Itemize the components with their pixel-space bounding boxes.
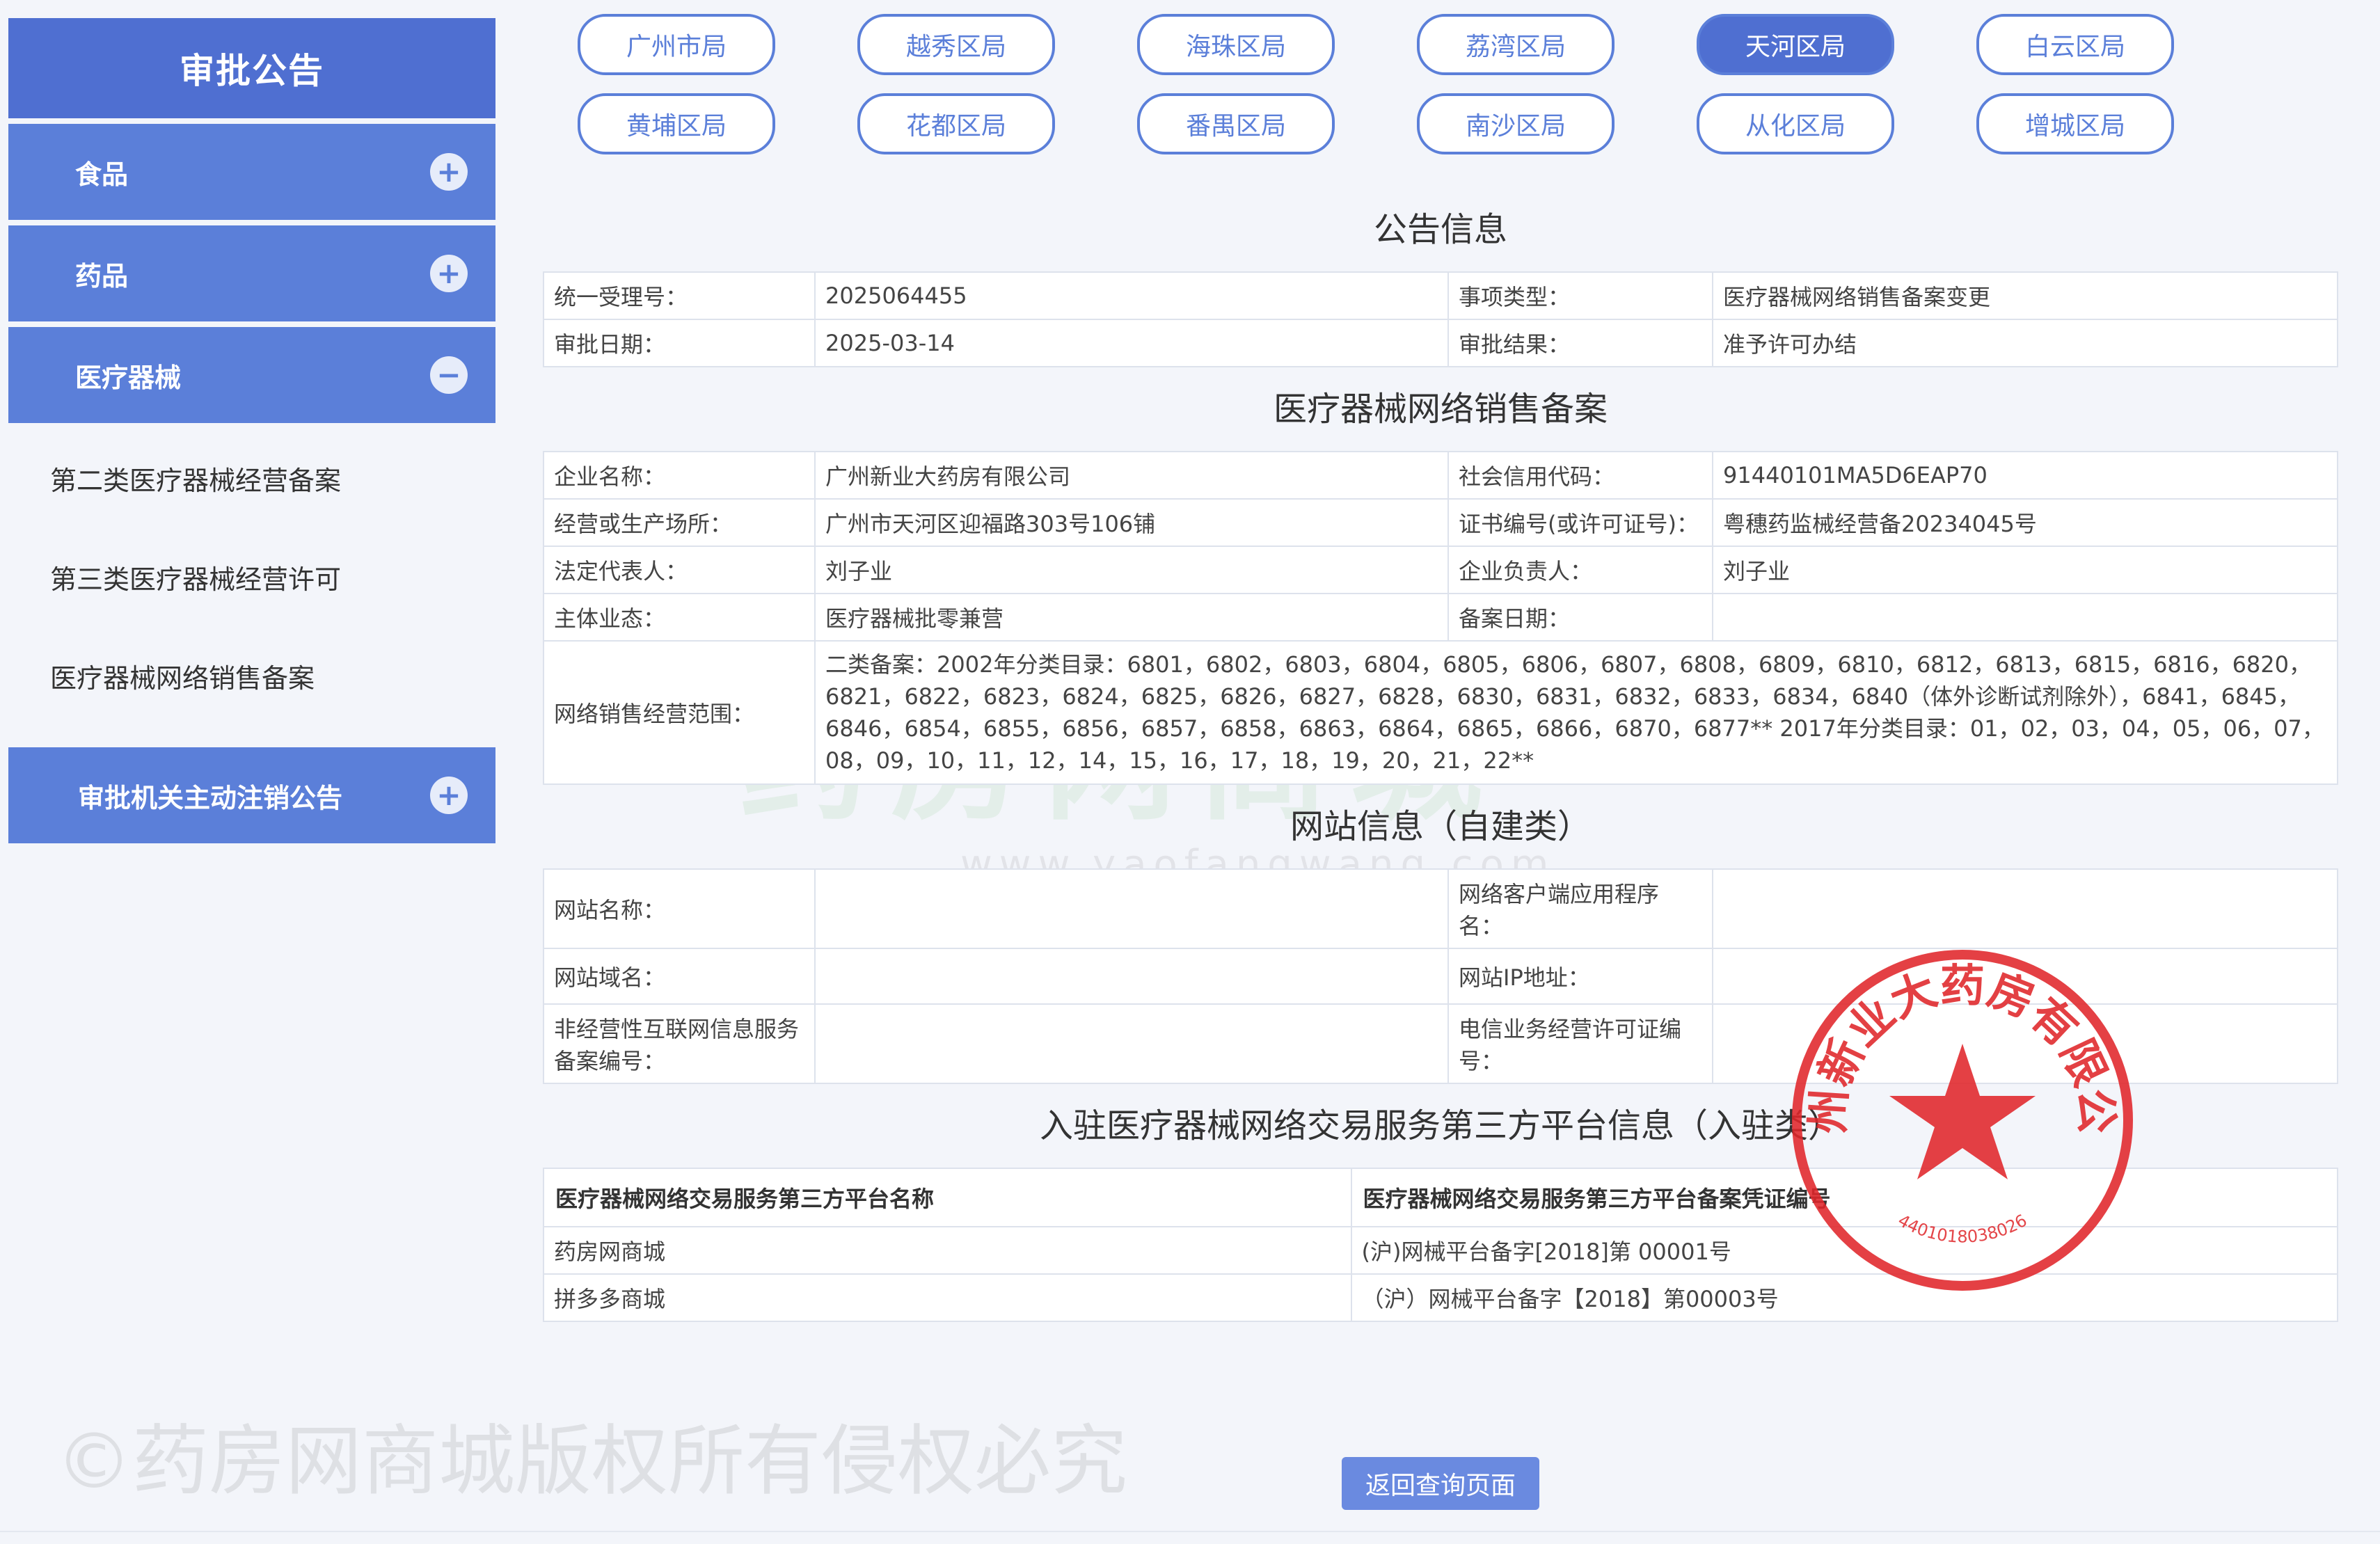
value: 刘子业	[1712, 546, 2338, 594]
district-button[interactable]: 增城区局	[1976, 93, 2174, 154]
plus-icon[interactable]: +	[430, 153, 468, 191]
district-button[interactable]: 黄埔区局	[578, 93, 775, 154]
sidebar-title: 审批公告	[8, 18, 495, 118]
label: 非经营性互联网信息服务备案编号：	[543, 1003, 816, 1084]
label: 主体业态：	[543, 593, 816, 642]
district-button[interactable]: 番禺区局	[1137, 93, 1335, 154]
label: 网络客户端应用程序名：	[1447, 868, 1713, 949]
filing-table: 企业名称： 广州新业大药房有限公司 社会信用代码： 91440101MA5D6E…	[543, 451, 2338, 785]
label: 审批日期：	[543, 319, 816, 367]
value: 刘子业	[814, 546, 1449, 594]
footer-divider	[0, 1531, 2380, 1532]
value: 2025064455	[814, 271, 1449, 320]
value: 粤穗药监械经营备20234045号	[1712, 498, 2338, 547]
label: 事项类型：	[1447, 271, 1713, 320]
value: 广州新业大药房有限公司	[814, 451, 1449, 500]
table-row: 主体业态： 医疗器械批零兼营 备案日期：	[543, 593, 2338, 642]
seal-code: 4401018038026	[1895, 1211, 2031, 1247]
svg-text:4401018038026: 4401018038026	[1895, 1211, 2031, 1247]
plus-icon[interactable]: +	[430, 777, 468, 814]
table-row: 网站名称： 网络客户端应用程序名：	[543, 868, 2338, 949]
sidebar-item-label: 审批机关主动注销公告	[78, 782, 343, 813]
value: 2025-03-14	[814, 319, 1449, 367]
label: 备案日期：	[1447, 593, 1713, 642]
column-header: 医疗器械网络交易服务第三方平台名称	[543, 1168, 1352, 1227]
district-button[interactable]: 南沙区局	[1417, 93, 1615, 154]
value	[814, 948, 1449, 1005]
label: 电信业务经营许可证编号：	[1447, 1003, 1713, 1084]
sidebar-item-label: 药品	[75, 260, 129, 292]
table-row: 网络销售经营范围： 二类备案：2002年分类目录：6801，6802，6803，…	[543, 640, 2338, 785]
district-button-active[interactable]: 天河区局	[1697, 14, 1894, 75]
value	[1712, 868, 2338, 949]
value	[814, 868, 1449, 949]
table-row: 统一受理号： 2025064455 事项类型： 医疗器械网络销售备案变更	[543, 271, 2338, 320]
platform-name: 药房网商城	[543, 1226, 1352, 1275]
label: 企业负责人：	[1447, 546, 1713, 594]
label: 网络销售经营范围：	[543, 640, 816, 785]
value: 91440101MA5D6EAP70	[1712, 451, 2338, 500]
sidebar-sub-item[interactable]: 医疗器械网络销售备案	[8, 626, 495, 725]
label: 经营或生产场所：	[543, 498, 816, 547]
table-row: 审批日期： 2025-03-14 审批结果： 准予许可办结	[543, 319, 2338, 367]
label: 社会信用代码：	[1447, 451, 1713, 500]
value	[814, 1003, 1449, 1084]
value	[1712, 593, 2338, 642]
sidebar-sub-item[interactable]: 第三类医疗器械经营许可	[8, 527, 495, 626]
sidebar-item-medical-devices[interactable]: 医疗器械 −	[8, 327, 495, 423]
watermark-copyright: ©药房网商城版权所有侵权必究	[56, 1417, 1127, 1506]
label: 统一受理号：	[543, 271, 816, 320]
label: 网站名称：	[543, 868, 816, 949]
sidebar-item-label: 食品	[75, 159, 129, 190]
label: 审批结果：	[1447, 319, 1713, 367]
section-title-filing: 医疗器械网络销售备案	[1273, 390, 1608, 429]
sidebar-item-food[interactable]: 食品 +	[8, 124, 495, 220]
scope-value: 二类备案：2002年分类目录：6801，6802，6803，6804，6805，…	[814, 640, 2338, 785]
district-button[interactable]: 从化区局	[1697, 93, 1894, 154]
value: 准予许可办结	[1712, 319, 2338, 367]
district-button[interactable]: 海珠区局	[1137, 14, 1335, 75]
label: 网站IP地址：	[1447, 948, 1713, 1005]
section-title-notice: 公告信息	[1373, 210, 1507, 249]
sidebar-item-drugs[interactable]: 药品 +	[8, 225, 495, 321]
plus-icon[interactable]: +	[430, 255, 468, 292]
notice-table: 统一受理号： 2025064455 事项类型： 医疗器械网络销售备案变更 审批日…	[543, 271, 2338, 367]
sidebar-item-label: 医疗器械	[75, 362, 182, 393]
label: 法定代表人：	[543, 546, 816, 594]
district-button[interactable]: 广州市局	[578, 14, 775, 75]
district-button[interactable]: 越秀区局	[857, 14, 1055, 75]
back-to-search-button[interactable]: 返回查询页面	[1342, 1457, 1539, 1510]
district-button[interactable]: 荔湾区局	[1417, 14, 1615, 75]
district-button[interactable]: 白云区局	[1976, 14, 2174, 75]
label: 企业名称：	[543, 451, 816, 500]
table-row: 法定代表人： 刘子业 企业负责人： 刘子业	[543, 546, 2338, 594]
sidebar-sub-list: 第二类医疗器械经营备案 第三类医疗器械经营许可 医疗器械网络销售备案	[8, 423, 495, 731]
sidebar: 审批公告 食品 + 药品 + 医疗器械 − 第二类医疗器械经营备案 第三类医疗器…	[8, 18, 495, 843]
district-selector: 广州市局 越秀区局 海珠区局 荔湾区局 天河区局 白云区局 黄埔区局 花都区局 …	[578, 14, 2199, 173]
sidebar-item-cancellation[interactable]: 审批机关主动注销公告 +	[8, 747, 495, 843]
label: 证书编号(或许可证号)：	[1447, 498, 1713, 547]
sidebar-sub-item[interactable]: 第二类医疗器械经营备案	[8, 429, 495, 527]
district-row: 广州市局 越秀区局 海珠区局 荔湾区局 天河区局 白云区局	[578, 14, 2199, 75]
table-row: 经营或生产场所： 广州市天河区迎福路303号106铺 证书编号(或许可证号)： …	[543, 498, 2338, 547]
platform-name: 拼多多商城	[543, 1273, 1352, 1322]
district-row: 黄埔区局 花都区局 番禺区局 南沙区局 从化区局 增城区局	[578, 93, 2199, 154]
value: 广州市天河区迎福路303号106铺	[814, 498, 1449, 547]
section-title-website: 网站信息（自建类）	[1290, 807, 1591, 846]
minus-icon[interactable]: −	[430, 356, 468, 394]
value: 医疗器械批零兼营	[814, 593, 1449, 642]
table-row: 企业名称： 广州新业大药房有限公司 社会信用代码： 91440101MA5D6E…	[543, 451, 2338, 500]
company-seal-icon: 广州新业大药房有限公司 4401018038026	[1782, 939, 2133, 1291]
label: 网站域名：	[543, 948, 816, 1005]
district-button[interactable]: 花都区局	[857, 93, 1055, 154]
value: 医疗器械网络销售备案变更	[1712, 271, 2338, 320]
